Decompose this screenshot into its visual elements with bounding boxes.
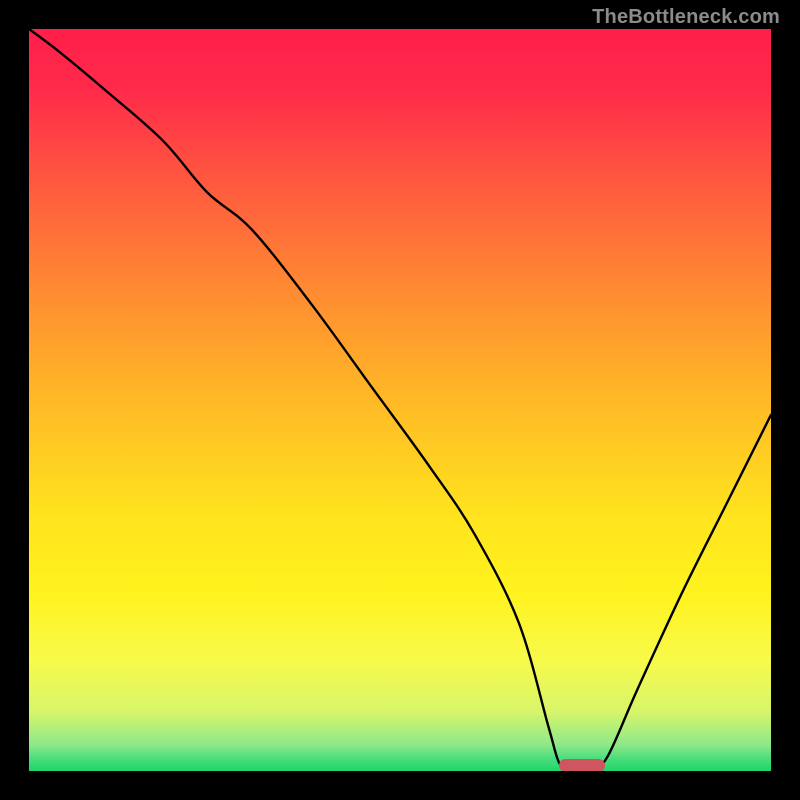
curve-layer: [29, 29, 771, 771]
optimal-marker: [559, 759, 605, 771]
chart-frame: TheBottleneck.com: [0, 0, 800, 800]
bottleneck-curve: [29, 29, 771, 768]
watermark-text: TheBottleneck.com: [592, 6, 780, 29]
plot-area: [29, 29, 771, 771]
